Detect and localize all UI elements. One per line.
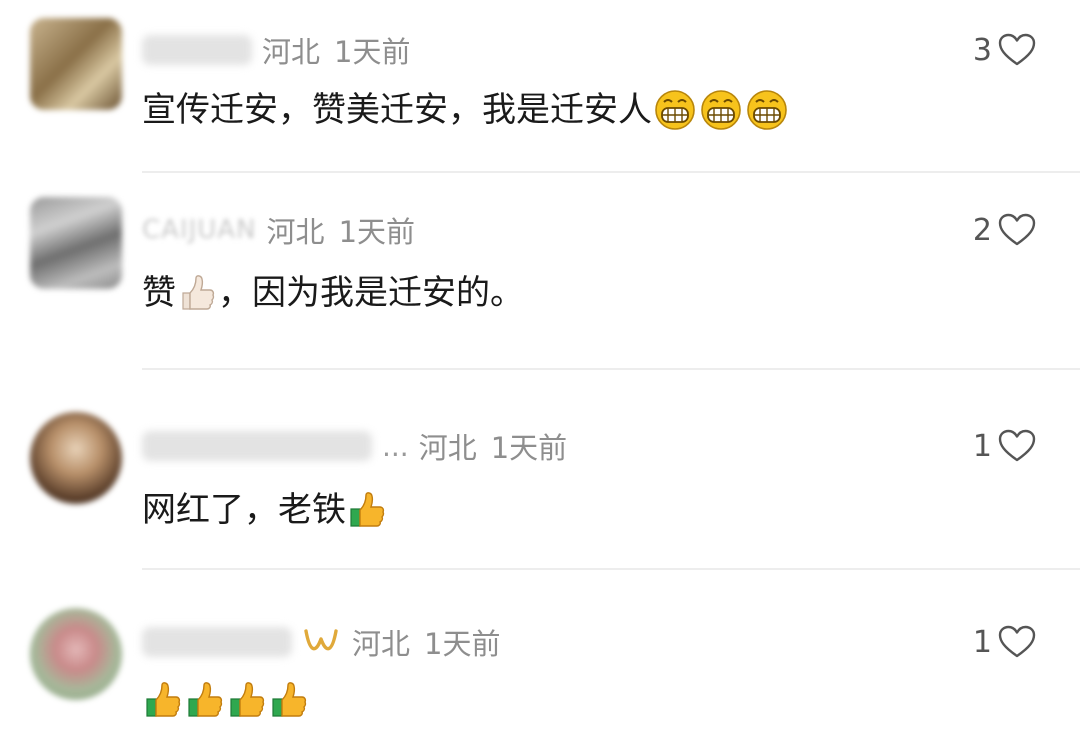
like-button[interactable]: 1 [973, 426, 1036, 466]
like-count: 2 [972, 212, 992, 248]
comment-text: 宣传迁安，赞美迁安，我是迁安人 [142, 86, 790, 134]
thumbs-up-icon [272, 682, 307, 717]
heart-icon[interactable] [998, 213, 1036, 247]
comment-location: 河北 [266, 215, 325, 249]
thumbs-up-icon [350, 492, 385, 527]
comment-time: 1天前 [490, 431, 568, 465]
like-count: 1 [972, 428, 992, 464]
comment-location: 河北 [352, 627, 411, 661]
comment-meta: 河北 1天前 [142, 622, 500, 662]
comment-text-part: ，因为我是迁安的。 [218, 273, 524, 313]
grin-icon [655, 90, 695, 130]
comment-time: 1天前 [338, 215, 416, 249]
thumbs-up-icon [188, 682, 223, 717]
comment-item: CAIJUAN 河北 1天前 赞 ，因为我是迁安的。 2 [0, 173, 1080, 368]
comment-text-part: 宣传迁安，赞美迁安，我是迁安人 [142, 90, 652, 130]
avatar[interactable] [30, 197, 122, 289]
username-blurred[interactable] [142, 35, 252, 65]
like-button[interactable]: 3 [973, 30, 1036, 70]
comment-item: 河北 1天前 宣传迁安，赞美迁安，我是迁安人 3 [0, 0, 1080, 172]
avatar[interactable] [30, 18, 122, 110]
comment-text [142, 680, 310, 720]
heart-icon[interactable] [998, 33, 1036, 67]
like-count: 3 [972, 32, 992, 68]
comment-text: 网红了，老铁 [142, 486, 388, 534]
username-blurred[interactable]: CAIJUAN [142, 215, 257, 245]
like-count: 1 [972, 624, 992, 660]
comment-list: 河北 1天前 宣传迁安，赞美迁安，我是迁安人 3 CAIJUAN 河北 1天前 … [0, 0, 1080, 739]
grin-icon [747, 90, 787, 130]
comment-item: 河北 1天前 1 [0, 570, 1080, 739]
comment-text: 赞 ，因为我是迁安的。 [142, 269, 524, 317]
comment-location: 河北 [418, 431, 477, 465]
username-blurred[interactable] [142, 627, 292, 657]
comment-meta: ... 河北 1天前 [142, 426, 567, 466]
like-button[interactable]: 2 [973, 210, 1036, 250]
comment-location: 河北 [262, 35, 321, 69]
grin-icon [701, 90, 741, 130]
comment-text-part: 网红了，老铁 [142, 490, 346, 530]
comment-time: 1天前 [334, 35, 411, 69]
comment-meta: CAIJUAN 河北 1天前 [142, 210, 415, 250]
username-blurred[interactable] [142, 431, 372, 461]
avatar[interactable] [30, 608, 122, 700]
comment-text-part: 赞 [142, 273, 176, 313]
heart-icon[interactable] [998, 429, 1036, 463]
comment-time: 1天前 [424, 627, 501, 661]
name-ellipsis: ... [382, 429, 409, 463]
heart-icon[interactable] [998, 625, 1036, 659]
thumbs-up-icon [146, 682, 181, 717]
thumbs-up-icon [230, 682, 265, 717]
comment-item: ... 河北 1天前 网红了，老铁 1 [0, 370, 1080, 568]
vip-badge-icon [304, 629, 338, 651]
avatar[interactable] [30, 412, 122, 504]
comment-meta: 河北 1天前 [142, 30, 410, 70]
like-button[interactable]: 1 [973, 622, 1036, 662]
thumbs-up-light-icon [182, 275, 215, 310]
